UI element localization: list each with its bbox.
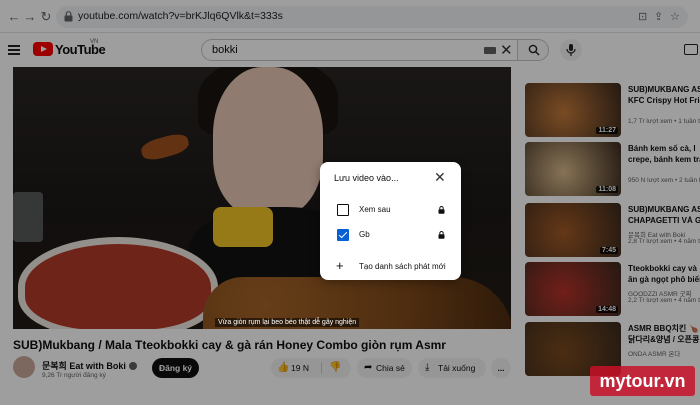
- gb-playlist-label[interactable]: Gb: [359, 230, 370, 239]
- dialog-title: Lưu video vào...: [334, 173, 399, 183]
- watch-later-label[interactable]: Xem sau: [359, 205, 391, 214]
- private-lock-icon: [438, 206, 445, 214]
- plus-icon[interactable]: +: [336, 258, 344, 273]
- close-icon[interactable]: ✕: [434, 169, 446, 186]
- watermark-logo: mytour.vn: [590, 366, 695, 396]
- gb-playlist-checkbox[interactable]: [337, 229, 349, 241]
- save-to-playlist-dialog: Lưu video vào... ✕ Xem sau Gb + Tạo danh…: [320, 162, 461, 280]
- watch-later-checkbox[interactable]: [337, 204, 349, 216]
- page: ← → ↻ youtube.com/watch?v=brKJlq6QVlk&t=…: [0, 0, 700, 405]
- private-lock-icon: [438, 231, 445, 239]
- video-caption: Vừa giòn rụm lại beo béo thật dễ gây ngh…: [215, 318, 360, 327]
- create-playlist-button[interactable]: Tạo danh sách phát mới: [359, 262, 446, 271]
